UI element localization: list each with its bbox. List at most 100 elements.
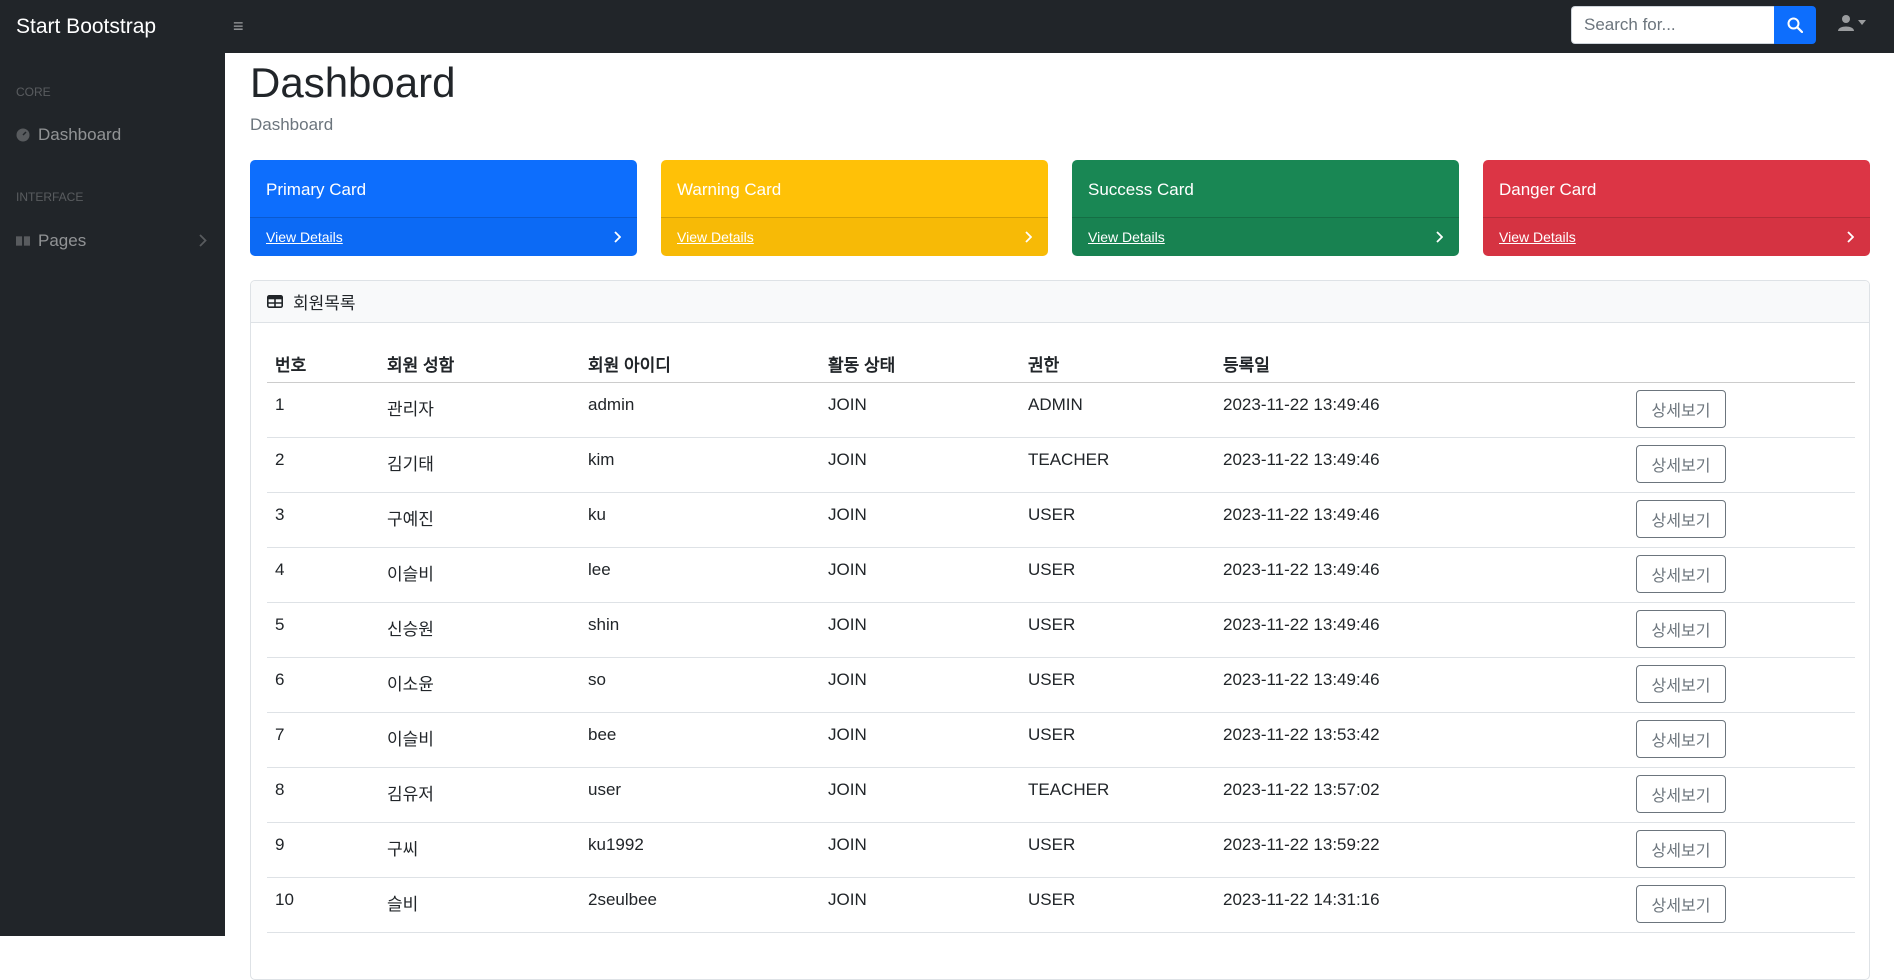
table-cell: ku1992: [588, 835, 644, 854]
book-open-icon: [16, 234, 30, 248]
table-cell: 이슬비: [387, 565, 434, 584]
table-cell: 2023-11-22 13:49:46: [1223, 395, 1380, 414]
table-cell: 3: [275, 505, 285, 524]
view-details-link[interactable]: View Details: [1088, 229, 1165, 245]
card-footer: View Details: [250, 217, 637, 256]
table-cell: 8: [275, 780, 285, 799]
table-cell: USER: [1028, 560, 1076, 579]
column-header: 등록일: [1223, 356, 1270, 375]
table-cell: lee: [588, 560, 611, 579]
sidebar-item-label: Pages: [38, 231, 87, 250]
view-detail-button[interactable]: 상세보기: [1636, 775, 1726, 813]
danger-card: Danger Card View Details: [1483, 160, 1870, 256]
column-header: 활동 상태: [828, 356, 896, 375]
member-list-header: 회원목록: [251, 281, 1869, 323]
table-cell: 구씨: [387, 840, 419, 859]
table-cell: JOIN: [828, 395, 867, 414]
table-cell: 10: [275, 890, 294, 909]
card-title: Success Card: [1088, 180, 1194, 199]
table-cell: JOIN: [828, 450, 867, 469]
table-cell: 2: [275, 450, 285, 469]
table-cell: JOIN: [828, 670, 867, 689]
table-cell: 5: [275, 615, 285, 634]
chevron-right-icon: [614, 231, 621, 243]
user-menu-dropdown[interactable]: [1838, 14, 1866, 31]
sidebar-heading-core: CORE: [16, 85, 51, 99]
sidebar: CORE Dashboard INTERFACE Pages: [0, 53, 225, 936]
view-details-link[interactable]: View Details: [677, 229, 754, 245]
page-title: Dashboard: [250, 59, 456, 106]
table-cell: kim: [588, 450, 615, 469]
view-detail-button[interactable]: 상세보기: [1636, 885, 1726, 923]
chevron-right-icon: [1436, 231, 1443, 243]
sidebar-toggle-icon[interactable]: ≡: [233, 16, 244, 37]
user-icon: [1838, 15, 1854, 31]
table-cell: 2023-11-22 13:49:46: [1223, 505, 1380, 524]
table-cell: 구예진: [387, 510, 434, 529]
table-cell: USER: [1028, 835, 1076, 854]
member-list-card: 회원목록 번호 회원 성함 회원 아이디 활동 상태 권한 등록일 1 관리자 ad…: [250, 280, 1870, 980]
view-detail-button[interactable]: 상세보기: [1636, 555, 1726, 593]
view-detail-button[interactable]: 상세보기: [1636, 610, 1726, 648]
chevron-right-icon: [1025, 231, 1032, 243]
table-cell: 7: [275, 725, 285, 744]
table-icon: [267, 295, 283, 308]
search-button[interactable]: [1774, 6, 1816, 44]
table-row: 3 구예진 ku JOIN USER 2023-11-22 13:49:46 상세보기: [267, 493, 1855, 548]
table-cell: 9: [275, 835, 285, 854]
table-cell: 신승원: [387, 620, 434, 639]
table-cell: JOIN: [828, 505, 867, 524]
table-row: 10 슬비 2seulbee JOIN USER 2023-11-22 14:31:16 상…: [267, 878, 1855, 933]
sidebar-item-dashboard[interactable]: Dashboard: [0, 117, 225, 153]
search-icon: [1787, 17, 1803, 33]
table-cell: 2023-11-22 13:59:22: [1223, 835, 1380, 854]
table-cell: shin: [588, 615, 620, 634]
table-row: 8 김유저 user JOIN TEACHER 2023-11-22 13:57:02 상세…: [267, 768, 1855, 823]
view-detail-button[interactable]: 상세보기: [1636, 720, 1726, 758]
table-cell: TEACHER: [1028, 780, 1110, 799]
table-row: 1 관리자 admin JOIN ADMIN 2023-11-22 13:49:46 상세보…: [267, 383, 1855, 438]
view-detail-button[interactable]: 상세보기: [1636, 390, 1726, 428]
sidebar-item-label: Dashboard: [38, 125, 122, 144]
warning-card: Warning Card View Details: [661, 160, 1048, 256]
column-header: 권한: [1028, 356, 1060, 375]
view-detail-button[interactable]: 상세보기: [1636, 665, 1726, 703]
table-cell: JOIN: [828, 615, 867, 634]
column-header: 번호: [275, 356, 307, 375]
table-cell: 2023-11-22 13:49:46: [1223, 450, 1380, 469]
sidebar-item-pages[interactable]: Pages: [0, 223, 225, 259]
view-detail-button[interactable]: 상세보기: [1636, 500, 1726, 538]
table-cell: JOIN: [828, 835, 867, 854]
view-detail-button[interactable]: 상세보기: [1636, 445, 1726, 483]
caret-down-icon: [1858, 20, 1866, 25]
table-cell: 4: [275, 560, 285, 579]
view-details-link[interactable]: View Details: [266, 229, 343, 245]
table-cell: bee: [588, 725, 617, 744]
table-row: 7 이슬비 bee JOIN USER 2023-11-22 13:53:42 상세보기: [267, 713, 1855, 768]
table-cell: 김유저: [387, 785, 434, 804]
table-cell: ku: [588, 505, 606, 524]
table-cell: 김기태: [387, 455, 434, 474]
member-list-title: 회원목록: [293, 294, 356, 313]
chevron-right-icon: [1847, 231, 1854, 243]
top-navbar: Start Bootstrap ≡: [0, 0, 1894, 53]
table-cell: 2023-11-22 13:57:02: [1223, 780, 1380, 799]
table-cell: JOIN: [828, 560, 867, 579]
view-details-link[interactable]: View Details: [1499, 229, 1576, 245]
card-footer: View Details: [1483, 217, 1870, 256]
main-content: Dashboard Dashboard Primary Card View De…: [225, 53, 1894, 980]
chevron-right-icon: [199, 234, 207, 247]
table-cell: user: [588, 780, 622, 799]
view-detail-button[interactable]: 상세보기: [1636, 830, 1726, 868]
search-input[interactable]: [1571, 6, 1774, 44]
table-cell: 관리자: [387, 400, 434, 419]
table-cell: USER: [1028, 505, 1076, 524]
success-card: Success Card View Details: [1072, 160, 1459, 256]
table-cell: JOIN: [828, 780, 867, 799]
sidebar-heading-interface: INTERFACE: [16, 190, 84, 204]
table-row: 2 김기태 kim JOIN TEACHER 2023-11-22 13:49:46 상세보…: [267, 438, 1855, 493]
table-row: 5 신승원 shin JOIN USER 2023-11-22 13:49:46 상세보기: [267, 603, 1855, 658]
table-cell: USER: [1028, 890, 1076, 909]
card-title: Primary Card: [266, 180, 367, 199]
brand-link[interactable]: Start Bootstrap: [0, 15, 225, 39]
